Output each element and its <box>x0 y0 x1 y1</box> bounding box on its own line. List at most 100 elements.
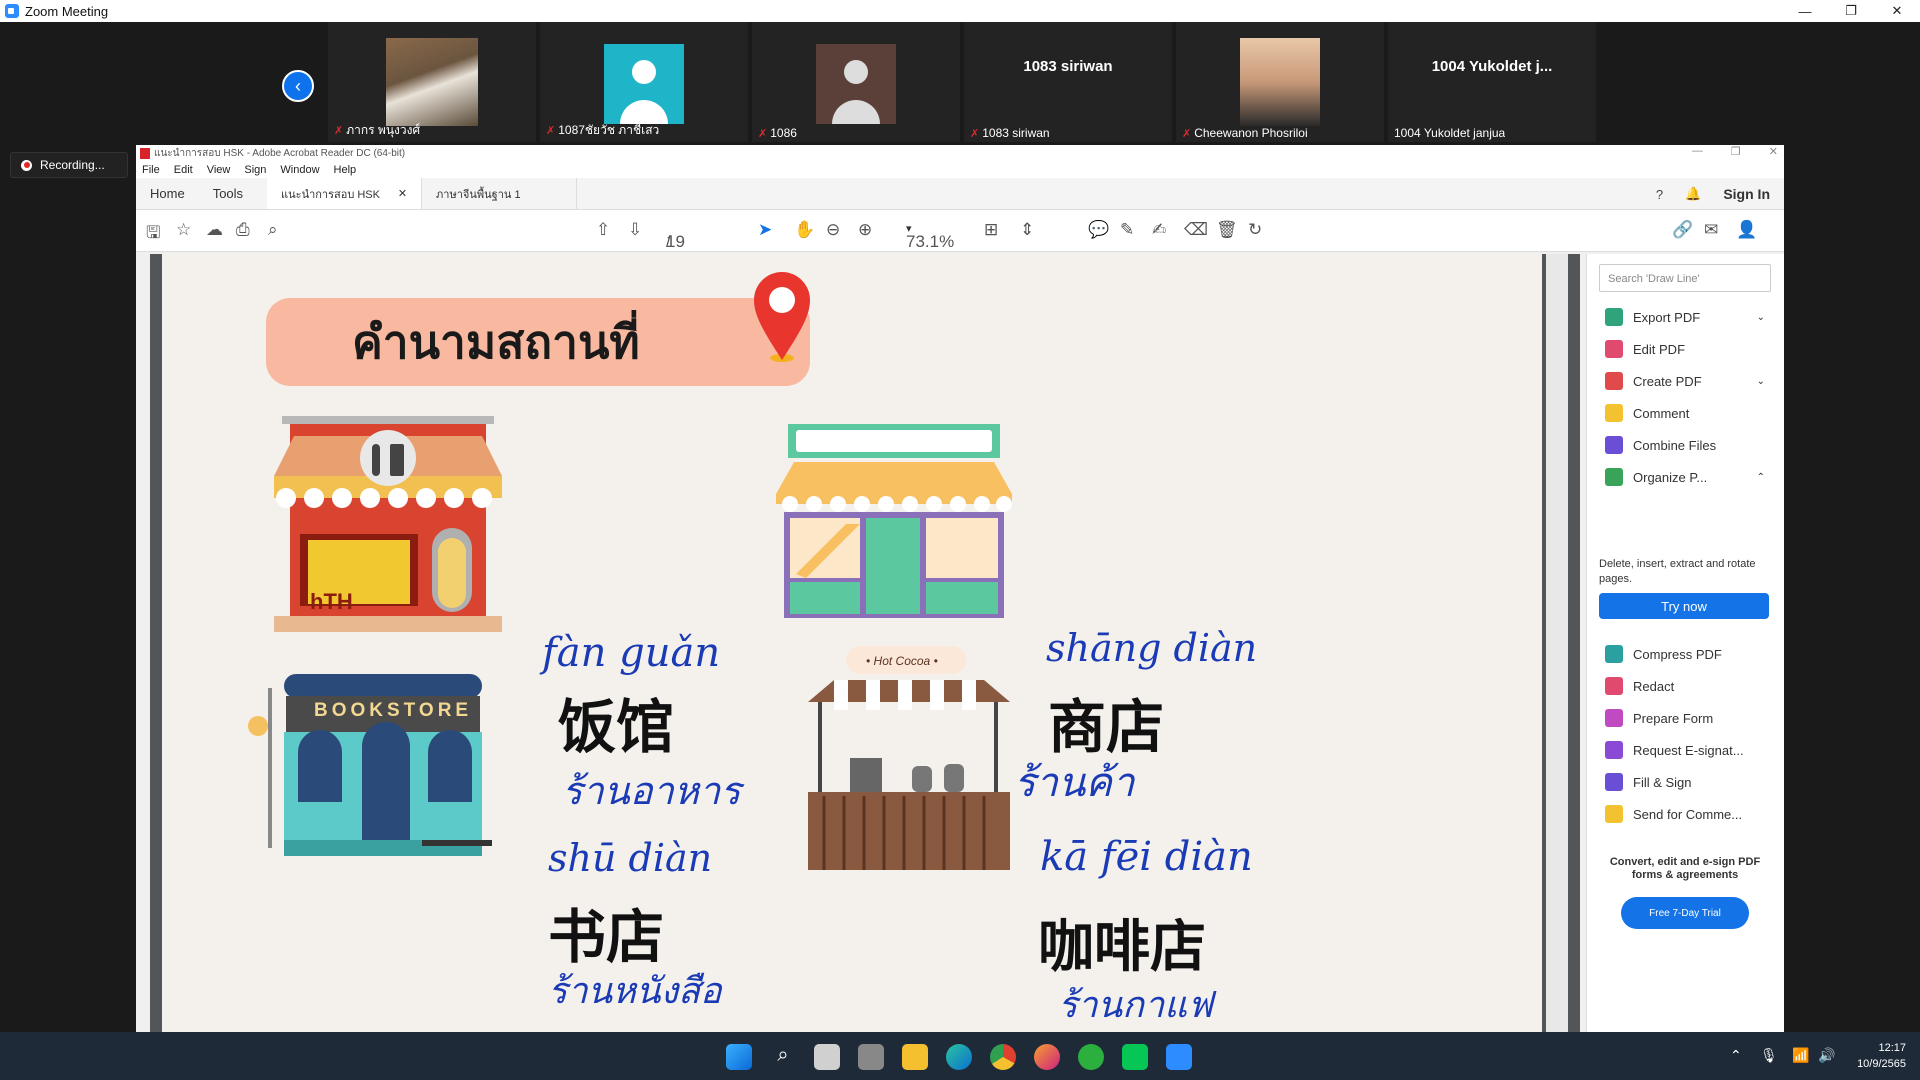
wechat-icon[interactable] <box>1078 1044 1104 1070</box>
menu-file[interactable]: File <box>142 164 160 176</box>
menu-help[interactable]: Help <box>334 164 357 176</box>
document-viewport[interactable]: คำนามสถานที่ 饭馆 fàn guǎn ร้านอาหาร hTH 商… <box>136 254 1580 1032</box>
sign-in-button[interactable]: Sign In <box>1723 186 1770 202</box>
account-icon[interactable]: 👤 <box>1736 220 1757 240</box>
erase-icon[interactable]: ⌫ <box>1184 220 1208 240</box>
participant-tile[interactable]: ✗ 1087ชัยวัช ภาชีเสว <box>540 22 748 142</box>
share-link-icon[interactable]: 🔗 <box>1672 220 1693 240</box>
help-icon[interactable]: ? <box>1656 187 1663 202</box>
tool-combine-files[interactable]: Combine Files <box>1605 435 1765 455</box>
print-icon[interactable]: ⎙ <box>236 220 250 240</box>
tab-tools[interactable]: Tools <box>199 178 267 209</box>
tool-create-pdf[interactable]: Create PDF ⌄ <box>1605 371 1765 391</box>
hanzi-coffee-shop: 咖啡店 <box>1038 915 1206 980</box>
next-page-icon[interactable]: ⇩ <box>628 220 642 240</box>
highlight-icon[interactable]: ✎ <box>1120 220 1134 240</box>
tab-home[interactable]: Home <box>136 178 199 209</box>
chevron-down-icon[interactable]: ⌄ <box>1757 312 1765 323</box>
close-icon[interactable]: ✕ <box>1769 145 1778 158</box>
try-now-button[interactable]: Try now <box>1599 593 1769 619</box>
zoom-out-icon[interactable]: ⊖ <box>826 220 840 240</box>
wifi-icon[interactable]: 📶 <box>1792 1047 1809 1064</box>
clock[interactable]: 12:17 10/9/2565 <box>1857 1040 1906 1072</box>
start-icon[interactable] <box>726 1044 752 1070</box>
tool-export-pdf[interactable]: Export PDF ⌄ <box>1605 307 1765 327</box>
tool-label: Organize P... <box>1633 469 1708 485</box>
menu-edit[interactable]: Edit <box>174 164 193 176</box>
minimize-icon[interactable]: — <box>1692 145 1703 158</box>
participant-tile[interactable]: ✗ ภากร พนุงวงศ์ <box>328 22 536 142</box>
minimize-icon[interactable]: — <box>1782 0 1828 22</box>
zoom-icon[interactable] <box>1166 1044 1192 1070</box>
menu-window[interactable]: Window <box>280 164 319 176</box>
left-panel-toggle[interactable] <box>136 254 150 1032</box>
menu-sign[interactable]: Sign <box>244 164 266 176</box>
tab-document[interactable]: ภาษาจีนพื้นฐาน 1 <box>422 178 578 209</box>
volume-icon[interactable]: 🔊 <box>1818 1047 1835 1064</box>
firefox-icon[interactable] <box>1034 1044 1060 1070</box>
avatar-icon <box>604 44 684 124</box>
comment-icon[interactable]: 💬 <box>1088 220 1109 240</box>
recording-indicator[interactable]: Recording... <box>10 152 128 178</box>
tool-edit-pdf[interactable]: Edit PDF <box>1605 339 1765 359</box>
tool-compress-pdf[interactable]: Compress PDF <box>1605 644 1765 664</box>
chevron-up-icon[interactable]: ⌃ <box>1757 472 1765 483</box>
tool-request-esign[interactable]: Request E-signat... <box>1605 740 1765 760</box>
zoom-in-icon[interactable]: ⊕ <box>858 220 872 240</box>
menu-view[interactable]: View <box>207 164 231 176</box>
line-icon[interactable] <box>1122 1044 1148 1070</box>
upload-icon[interactable]: ☁ <box>206 220 223 240</box>
tool-comment[interactable]: Comment <box>1605 403 1765 423</box>
fit-page-icon[interactable]: ⊞ <box>984 220 998 240</box>
tool-fill-sign[interactable]: Fill & Sign <box>1605 772 1765 792</box>
bell-icon[interactable]: 🔔 <box>1685 186 1701 202</box>
chrome-icon[interactable] <box>990 1044 1016 1070</box>
camera-icon[interactable] <box>858 1044 884 1070</box>
tool-prepare-form[interactable]: Prepare Form <box>1605 708 1765 728</box>
clock-date: 10/9/2565 <box>1857 1058 1906 1070</box>
tools-search-input[interactable]: Search 'Draw Line' <box>1599 264 1771 292</box>
bookstore-sign-text: BOOKSTORE <box>314 700 473 721</box>
participant-tile[interactable]: 1083 siriwan ✗ 1083 siriwan <box>964 22 1172 142</box>
participant-name: Cheewanon Phosriloi <box>1194 126 1308 140</box>
restore-icon[interactable]: ❐ <box>1828 0 1874 22</box>
rotate-icon[interactable]: ↻ <box>1248 220 1262 240</box>
tool-send-for-comment[interactable]: Send for Comme... <box>1605 804 1765 824</box>
microphone-icon[interactable]: 🎙 <box>1760 1047 1778 1064</box>
acrobat-title: แนะนำการสอบ HSK - Adobe Acrobat Reader D… <box>154 148 406 159</box>
free-trial-button[interactable]: Free 7-Day Trial <box>1621 897 1749 929</box>
participant-tile[interactable]: ✗ Cheewanon Phosriloi <box>1176 22 1384 142</box>
star-icon[interactable]: ☆ <box>176 220 191 240</box>
calculator-icon[interactable] <box>814 1044 840 1070</box>
edge-icon[interactable] <box>946 1044 972 1070</box>
file-explorer-icon[interactable] <box>902 1044 928 1070</box>
chevron-down-icon[interactable]: ⌄ <box>1757 376 1765 387</box>
participant-tile[interactable]: 1004 Yukoldet j... 1004 Yukoldet janjua <box>1388 22 1596 142</box>
tool-redact[interactable]: Redact <box>1605 676 1765 696</box>
vertical-scrollbar[interactable] <box>1546 254 1568 1032</box>
search-icon[interactable]: ⌕ <box>268 220 278 240</box>
chevron-up-icon[interactable]: ⌃ <box>1730 1047 1742 1064</box>
restore-icon[interactable]: ❐ <box>1731 145 1741 158</box>
delete-icon[interactable]: 🗑 <box>1216 220 1238 240</box>
tab-document[interactable]: แนะนำการสอบ HSK ✕ <box>267 178 423 209</box>
draw-icon[interactable]: ✍ <box>1152 220 1166 240</box>
search-icon[interactable]: ⌕ <box>770 1044 796 1070</box>
zoom-level-select[interactable]: 73.1% ▾ <box>906 222 954 251</box>
menu-bar: File Edit View Sign Window Help <box>136 162 1784 178</box>
coffee-cart-illustration <box>808 646 1010 870</box>
hand-icon[interactable]: ✋ <box>794 220 815 240</box>
tool-organize-pages[interactable]: Organize P... ⌃ <box>1605 467 1765 487</box>
acrobat-window: แนะนำการสอบ HSK - Adobe Acrobat Reader D… <box>136 145 1784 1032</box>
previous-page-icon[interactable]: ‹ <box>282 70 314 102</box>
prev-page-icon[interactable]: ⇧ <box>596 220 610 240</box>
scroll-mode-icon[interactable]: ⇕ <box>1020 220 1034 240</box>
close-tab-icon[interactable]: ✕ <box>398 187 407 200</box>
close-icon[interactable]: ✕ <box>1874 0 1920 22</box>
email-icon[interactable]: ✉ <box>1704 220 1718 240</box>
pinyin-shop: shāng diàn <box>1046 626 1258 670</box>
participant-tile[interactable]: ✗ 1086 <box>752 22 960 142</box>
pinyin-restaurant: fàn guǎn <box>542 630 721 676</box>
save-icon[interactable]: 🖫 <box>146 220 160 249</box>
select-cursor-icon[interactable]: ➤ <box>758 220 772 240</box>
